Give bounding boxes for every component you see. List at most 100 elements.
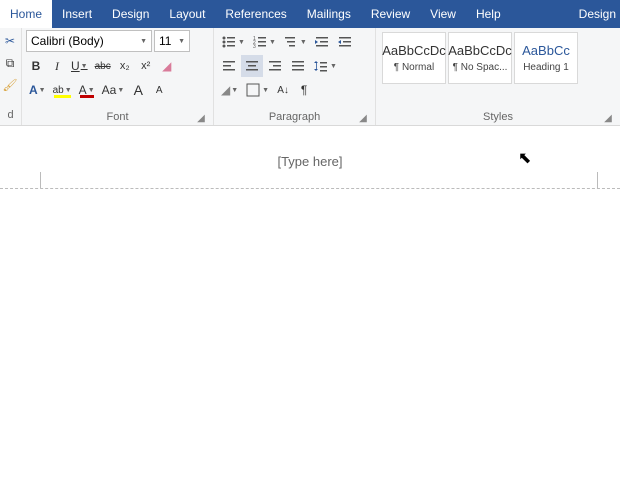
shading-button[interactable]: ◢▼ (218, 79, 241, 101)
font-name-combo[interactable]: ▼ (26, 30, 152, 52)
multilevel-list-button[interactable]: ▼ (280, 31, 310, 53)
increase-indent-button[interactable] (334, 31, 356, 53)
style-no-spacing[interactable]: AaBbCcDc ¶ No Spac... (448, 32, 512, 84)
clear-formatting-button[interactable]: ◢ (157, 55, 177, 77)
line-spacing-button[interactable]: ▼ (310, 55, 340, 77)
svg-text:3: 3 (253, 44, 256, 50)
style-heading1[interactable]: AaBbCc Heading 1 (514, 32, 578, 84)
styles-group-label: Styles (483, 111, 513, 123)
chevron-down-icon: ▼ (65, 87, 72, 94)
chevron-down-icon: ▼ (330, 63, 337, 70)
copy-icon: ⧉ (6, 56, 15, 71)
bold-button[interactable]: B (26, 55, 46, 77)
tab-table-design[interactable]: Design (569, 0, 620, 28)
document-area[interactable]: [Type here] ⬉ (0, 126, 620, 500)
highlight-color-bar (54, 95, 71, 98)
style-preview: AaBbCc (522, 43, 570, 58)
italic-button[interactable]: I (47, 55, 67, 77)
text-effects-button[interactable]: A▼ (26, 79, 49, 101)
justify-icon (290, 58, 306, 74)
style-name: ¶ No Spac... (453, 62, 508, 73)
justify-button[interactable] (287, 55, 309, 77)
copy-button[interactable]: ⧉ (0, 52, 20, 74)
styles-group: AaBbCcDc ¶ Normal AaBbCcDc ¶ No Spac... … (376, 28, 620, 125)
highlight-label: ab (53, 85, 64, 96)
bullets-button[interactable]: ▼ (218, 31, 248, 53)
chevron-down-icon: ▼ (39, 87, 46, 94)
chevron-down-icon: ▼ (262, 87, 269, 94)
align-left-button[interactable] (218, 55, 240, 77)
font-dialog-launcher[interactable]: ◢ (195, 112, 207, 124)
strikethrough-button[interactable]: abc (92, 55, 114, 77)
sort-button[interactable]: A↓ (273, 79, 293, 101)
align-right-button[interactable] (264, 55, 286, 77)
paragraph-group-label: Paragraph (269, 111, 320, 123)
text-effects-label: A (29, 83, 38, 97)
scissors-icon: ✂ (5, 34, 15, 48)
underline-button[interactable]: U▼ (68, 55, 91, 77)
paragraph-group: ▼ 123▼ ▼ ▼ ◢▼ ▼ A↓ ¶ Paragraph◢ (214, 28, 376, 125)
cut-button[interactable]: ✂ (0, 30, 20, 52)
chevron-down-icon: ▼ (269, 39, 276, 46)
tab-insert[interactable]: Insert (52, 0, 102, 28)
tab-design[interactable]: Design (102, 0, 159, 28)
chevron-down-icon: ▼ (140, 38, 147, 45)
align-center-button[interactable] (241, 55, 263, 77)
grow-font-button[interactable]: A (128, 79, 148, 101)
highlight-button[interactable]: ab▼ (50, 79, 75, 101)
chevron-down-icon: ▼ (81, 63, 88, 70)
chevron-down-icon: ▼ (117, 87, 124, 94)
font-color-bar (80, 95, 94, 98)
tab-home[interactable]: Home (0, 0, 52, 28)
superscript-button[interactable]: x² (136, 55, 156, 77)
font-size-combo[interactable]: ▼ (154, 30, 190, 52)
chevron-down-icon: ▼ (238, 39, 245, 46)
tab-layout[interactable]: Layout (159, 0, 215, 28)
tab-help[interactable]: Help (466, 0, 511, 28)
brush-icon: 🖌 (2, 78, 17, 92)
line-spacing-icon (313, 58, 329, 74)
font-size-input[interactable] (159, 34, 177, 48)
indent-icon (337, 34, 353, 50)
chevron-down-icon: ▼ (231, 87, 238, 94)
case-label: Aa (102, 83, 117, 97)
change-case-button[interactable]: Aa▼ (99, 79, 128, 101)
underline-label: U (71, 59, 80, 73)
clipboard-group: ✂ ⧉ 🖌 d (0, 28, 22, 125)
header-separator (0, 188, 620, 189)
decrease-indent-button[interactable] (311, 31, 333, 53)
ribbon-tabs: Home Insert Design Layout References Mai… (0, 0, 620, 28)
multilevel-icon (283, 34, 299, 50)
tab-references[interactable]: References (215, 0, 296, 28)
align-right-icon (267, 58, 283, 74)
font-name-input[interactable] (31, 34, 139, 48)
placeholder-text: [Type here] (0, 154, 620, 169)
paragraph-dialog-launcher[interactable]: ◢ (357, 112, 369, 124)
borders-button[interactable]: ▼ (242, 79, 272, 101)
tab-mailings[interactable]: Mailings (297, 0, 361, 28)
chevron-down-icon: ▼ (88, 87, 95, 94)
font-color-button[interactable]: A▼ (76, 79, 98, 101)
font-group: ▼ ▼ B I U▼ abc x₂ x² ◢ A▼ ab▼ A▼ Aa▼ A A… (22, 28, 214, 125)
style-preview: AaBbCcDc (448, 43, 512, 58)
font-group-label: Font (106, 111, 128, 123)
bullets-icon (221, 34, 237, 50)
style-preview: AaBbCcDc (382, 43, 446, 58)
chevron-down-icon: ▼ (300, 39, 307, 46)
style-name: Heading 1 (523, 62, 569, 73)
border-icon (245, 82, 261, 98)
subscript-button[interactable]: x₂ (115, 55, 135, 77)
clipboard-label: d (0, 107, 21, 123)
margin-marks (0, 172, 620, 188)
numbering-button[interactable]: 123▼ (249, 31, 279, 53)
show-marks-button[interactable]: ¶ (294, 79, 314, 101)
align-center-icon (244, 58, 260, 74)
tab-review[interactable]: Review (361, 0, 420, 28)
styles-dialog-launcher[interactable]: ◢ (602, 112, 614, 124)
tab-view[interactable]: View (420, 0, 466, 28)
style-normal[interactable]: AaBbCcDc ¶ Normal (382, 32, 446, 84)
format-painter-button[interactable]: 🖌 (0, 74, 20, 96)
chevron-down-icon: ▼ (178, 38, 185, 45)
style-name: ¶ Normal (394, 62, 434, 73)
shrink-font-button[interactable]: A (149, 79, 169, 101)
